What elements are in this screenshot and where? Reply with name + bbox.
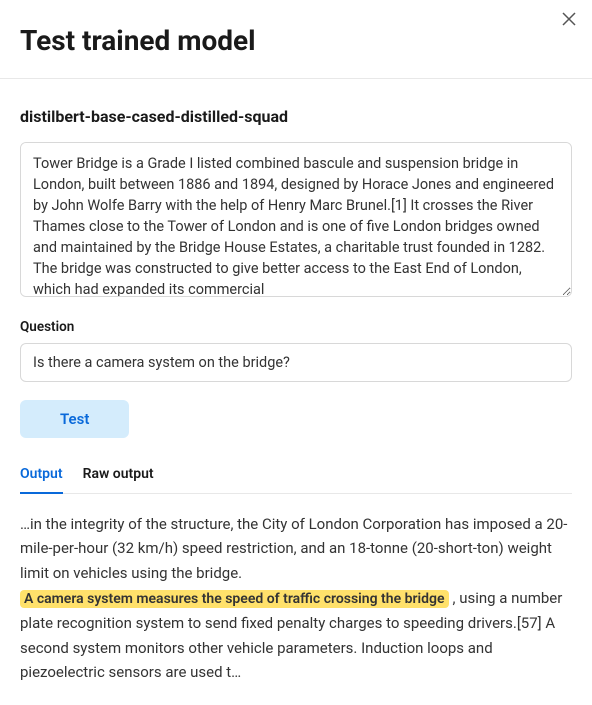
tab-raw-output[interactable]: Raw output [83, 466, 154, 494]
dialog-title: Test trained model [20, 24, 256, 58]
test-button[interactable]: Test [20, 400, 129, 438]
question-label: Question [20, 319, 572, 335]
context-input[interactable] [20, 142, 572, 297]
close-icon [562, 12, 576, 26]
close-button[interactable] [562, 12, 576, 26]
output-pre-text: …in the integrity of the structure, the … [20, 515, 567, 583]
dialog-header: Test trained model [0, 0, 592, 79]
output-content: …in the integrity of the structure, the … [20, 512, 572, 686]
tab-output[interactable]: Output [20, 466, 63, 494]
model-name: distilbert-base-cased-distilled-squad [20, 107, 572, 126]
dialog-content: distilbert-base-cased-distilled-squad Qu… [0, 79, 592, 705]
answer-highlight: A camera system measures the speed of tr… [20, 590, 449, 608]
question-input[interactable] [20, 343, 572, 382]
output-tabs: Output Raw output [20, 466, 572, 494]
